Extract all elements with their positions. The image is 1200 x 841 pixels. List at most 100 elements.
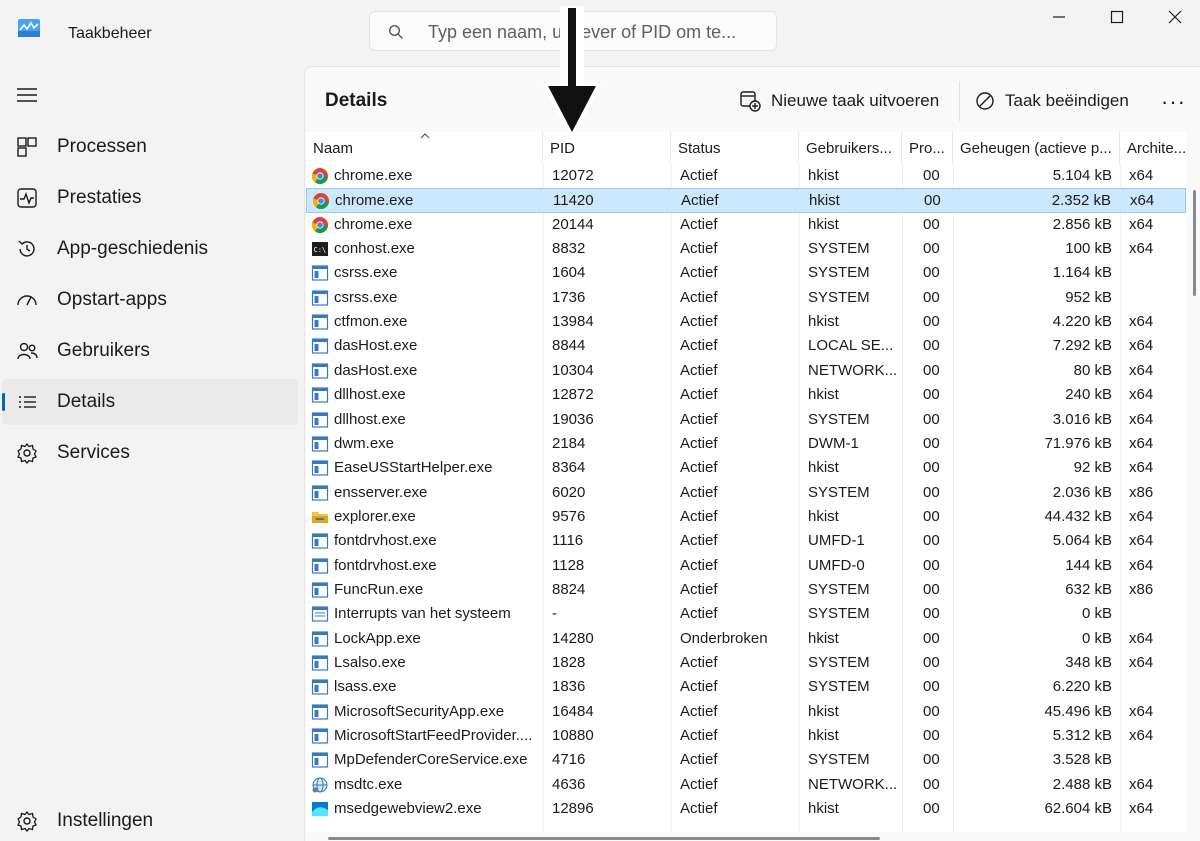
sidebar-item-opstart-apps[interactable]: Opstart-apps (2, 277, 298, 323)
minimize-button[interactable] (1030, 0, 1088, 34)
process-memory: 6.220 kB (1052, 678, 1112, 696)
table-row[interactable]: explorer.exe 9576 Actief hkist 00 44.432 kB x6… (306, 505, 1186, 529)
sidebar-item-details[interactable]: Details (2, 379, 298, 425)
block-icon (976, 92, 994, 110)
app-window-icon (311, 265, 329, 281)
process-user: SYSTEM (808, 483, 870, 501)
sidebar-item-services[interactable]: Services (2, 430, 298, 476)
close-button[interactable] (1146, 0, 1200, 34)
table-row[interactable]: chrome.exe 20144 Actief hkist 00 2.856 kB x64 (306, 213, 1186, 237)
horizontal-scrollbar[interactable] (328, 837, 880, 840)
process-architecture: x64 (1129, 313, 1154, 331)
process-user: hkist (808, 507, 839, 525)
process-user: hkist (808, 215, 839, 233)
table-row[interactable]: LockApp.exe 14280 Onderbroken hkist 00 0 kB x6… (306, 627, 1186, 651)
table-row[interactable]: Lsalso.exe 1828 Actief SYSTEM 00 348 kB x64 (306, 651, 1186, 675)
process-priority: 00 (923, 800, 940, 818)
table-row-selected[interactable]: chrome.exe 11420 Actief hkist 00 2.352 kB x64 (306, 188, 1186, 213)
process-pid: 12896 (552, 800, 594, 818)
column-header-label: Naam (313, 140, 354, 157)
sidebar-item-processen[interactable]: Processen (2, 124, 298, 170)
maximize-button[interactable] (1088, 0, 1146, 34)
column-header-prioriteit[interactable]: Pro... (902, 132, 953, 164)
table-row[interactable]: ensserver.exe 6020 Actief SYSTEM 00 2.036 kB x… (306, 481, 1186, 505)
process-priority: 00 (923, 751, 940, 769)
table-row[interactable]: ctfmon.exe 13984 Actief hkist 00 4.220 kB x64 (306, 310, 1186, 334)
process-name: MicrosoftSecurityApp.exe (334, 702, 505, 720)
webview-icon (312, 802, 328, 817)
process-status: Actief (680, 167, 718, 184)
column-header-gebruikersnaam[interactable]: Gebruikers... (799, 132, 902, 164)
sidebar-item-prestaties[interactable]: Prestaties (2, 175, 298, 221)
table-row[interactable]: dasHost.exe 10304 Actief NETWORK... 00 80 kB x… (306, 359, 1186, 383)
run-new-task-button[interactable]: Nieuwe taak uitvoeren (739, 87, 939, 115)
process-status: Actief (680, 459, 718, 477)
end-task-button[interactable]: Taak beëindigen (975, 87, 1129, 115)
process-memory: 3.528 kB (1052, 751, 1112, 769)
process-user: SYSTEM (808, 240, 870, 258)
sidebar-item-gebruikers[interactable]: Gebruikers (2, 328, 298, 374)
chrome-icon (312, 193, 329, 210)
table-row[interactable]: Interrupts van het systeem - Actief SYSTEM 0… (306, 602, 1186, 626)
process-user: SYSTEM (808, 410, 870, 428)
table-row[interactable]: msdtc.exe 4636 Actief NETWORK... 00 2.488 kB x… (306, 773, 1186, 797)
process-pid: 1736 (552, 288, 586, 306)
table-row[interactable]: csrss.exe 1736 Actief SYSTEM 00 952 kB (306, 286, 1186, 310)
table-row[interactable]: EaseUSStartHelper.exe 8364 Actief hkist 00 92… (306, 456, 1186, 480)
app-window-icon (311, 533, 329, 549)
column-header-geheugen[interactable]: Geheugen (actieve p... (953, 132, 1120, 164)
process-architecture: x64 (1129, 240, 1154, 258)
process-status: Actief (680, 800, 718, 818)
sort-ascending-icon (420, 133, 430, 139)
table-row[interactable]: dasHost.exe 8844 Actief LOCAL SE... 00 7.292 … (306, 334, 1186, 358)
hamburger-menu-icon[interactable] (16, 86, 38, 104)
table-row[interactable]: fontdrvhost.exe 1116 Actief UMFD-1 00 5.064 k… (306, 529, 1186, 553)
table-row[interactable]: chrome.exe 12072 Actief hkist 00 5.104 kB x64 (306, 164, 1186, 188)
annotation-arrow-down-icon (542, 6, 602, 138)
process-name: MpDefenderCoreService.exe (334, 751, 528, 769)
sidebar-item-app-geschiedenis[interactable]: App-geschiedenis (2, 226, 298, 272)
process-pid: 4716 (552, 751, 586, 769)
process-pid: 1116 (552, 532, 584, 550)
column-header-naam[interactable]: Naam (306, 132, 543, 164)
process-user: SYSTEM (808, 580, 870, 598)
process-name: dllhost.exe (334, 386, 406, 404)
process-pid: 8832 (552, 240, 586, 258)
process-name: ensserver.exe (334, 483, 428, 501)
process-name: FuncRun.exe (334, 580, 424, 598)
process-architecture: x64 (1129, 167, 1154, 184)
process-memory: 71.976 kB (1044, 434, 1112, 452)
table-row[interactable]: C:\ conhost.exe 8832 Actief SYSTEM 00 100 kB x6… (306, 237, 1186, 261)
sidebar-item-instellingen[interactable]: Instellingen (2, 798, 298, 841)
table-row[interactable]: csrss.exe 1604 Actief SYSTEM 00 1.164 kB (306, 261, 1186, 285)
table-row[interactable]: msedgewebview2.exe 12896 Actief hkist 00 62.6… (306, 797, 1186, 821)
table-row[interactable]: MicrosoftStartFeedProvider.... 10880 Actie… (306, 724, 1186, 748)
vertical-scrollbar[interactable] (1193, 190, 1196, 296)
process-priority: 00 (923, 654, 940, 671)
column-header-status[interactable]: Status (671, 132, 799, 164)
details-icon (19, 396, 36, 408)
table-row[interactable]: FuncRun.exe 8824 Actief SYSTEM 00 632 kB x86 (306, 578, 1186, 602)
process-user: hkist (808, 386, 839, 404)
process-user: UMFD-0 (808, 556, 865, 574)
process-name: LockApp.exe (334, 629, 421, 647)
process-pid: 10880 (552, 727, 594, 745)
process-architecture: x64 (1129, 629, 1154, 647)
app-window-icon (311, 728, 329, 744)
table-row[interactable]: fontdrvhost.exe 1128 Actief UMFD-0 00 144 kB x… (306, 554, 1186, 578)
table-row[interactable]: dllhost.exe 19036 Actief SYSTEM 00 3.016 kB x6… (306, 408, 1186, 432)
process-user: hkist (808, 459, 839, 477)
table-row[interactable]: dwm.exe 2184 Actief DWM-1 00 71.976 kB x64 (306, 432, 1186, 456)
sidebar-item-label: Gebruikers (57, 340, 150, 361)
process-priority: 00 (923, 507, 940, 525)
table-row[interactable]: MpDefenderCoreService.exe 4716 Actief SYSTE… (306, 748, 1186, 772)
more-options-button[interactable]: ··· (1161, 89, 1186, 115)
table-row[interactable]: lsass.exe 1836 Actief SYSTEM 00 6.220 kB (306, 675, 1186, 699)
process-pid: 8824 (552, 580, 586, 598)
table-row[interactable]: MicrosoftSecurityApp.exe 16484 Actief hkist… (306, 700, 1186, 724)
column-header-architectuur[interactable]: Archite... (1120, 132, 1186, 164)
process-pid: 20144 (552, 215, 594, 233)
process-architecture: x86 (1129, 580, 1154, 598)
table-row[interactable]: dllhost.exe 12872 Actief hkist 00 240 kB x64 (306, 383, 1186, 407)
process-priority: 00 (924, 192, 941, 210)
